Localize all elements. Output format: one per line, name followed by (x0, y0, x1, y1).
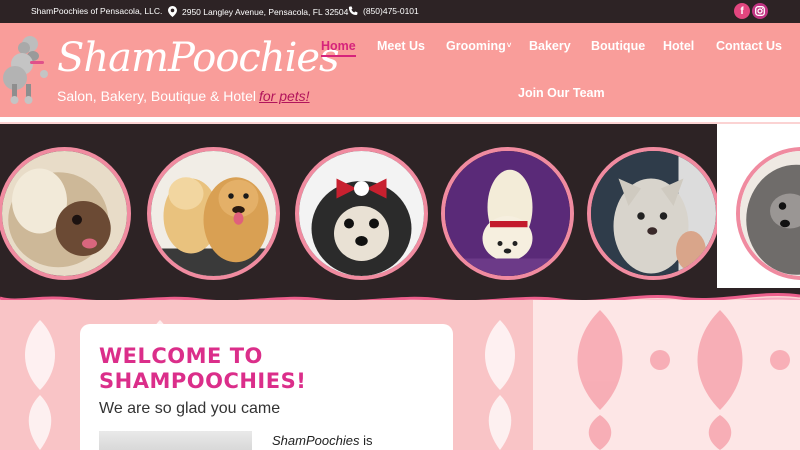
phone-icon (348, 6, 358, 16)
wet-terrier-image (591, 151, 716, 276)
location-pin-icon (168, 6, 177, 17)
site-logo[interactable]: ShamPoochies Salon, Bakery, Boutique & H… (0, 29, 340, 109)
nav-meet-us-label: Meet Us (377, 39, 425, 53)
nav-grooming-label: Grooming (446, 39, 506, 53)
address-link[interactable]: 2950 Langley Avenue, Pensacola, FL 32504 (168, 6, 348, 17)
business-name-text: ShamPoochies of Pensacola, LLC. (31, 6, 163, 16)
slider-photo-golden-retrievers[interactable] (147, 147, 280, 280)
top-info-bar: ShamPoochies of Pensacola, LLC. 2950 Lan… (0, 0, 800, 23)
poodle-logo-icon (3, 36, 48, 104)
slider-photo-shih-tzu[interactable] (0, 147, 131, 280)
slider-photo-wet-terrier[interactable] (587, 147, 717, 280)
photo-slider[interactable] (0, 124, 717, 294)
nav-hotel-label: Hotel (663, 39, 695, 53)
instagram-glyph-icon (755, 6, 765, 16)
nav-join-our-team-label: Join Our Team (518, 86, 605, 100)
logo-title: ShamPoochies (57, 35, 340, 81)
gray-shih-tzu-image (740, 151, 800, 276)
nav-home[interactable]: Home (321, 39, 356, 57)
welcome-heading-line2: SHAMPOOCHIES! (99, 369, 307, 393)
logo-subtitle-text: Salon, Bakery, Boutique & Hotel (57, 88, 256, 104)
welcome-subheading: We are so glad you came (99, 400, 281, 417)
nav-contact-us[interactable]: Contact Us (716, 39, 782, 53)
nav-boutique[interactable]: Boutique (591, 39, 645, 53)
welcome-body-rest: is (359, 433, 373, 448)
nav-hotel[interactable]: Hotel (663, 39, 694, 53)
business-name: ShamPoochies of Pensacola, LLC. (31, 6, 162, 16)
header-divider (0, 117, 800, 122)
yorkie-puppy-image (299, 151, 424, 276)
nav-contact-us-label: Contact Us (716, 39, 782, 53)
nav-bakery[interactable]: Bakery (529, 39, 571, 53)
logo-subtitle: Salon, Bakery, Boutique & Hotel for pets! (57, 88, 310, 104)
phone-text: (850)475-0101 (363, 6, 419, 16)
shih-tzu-image (2, 151, 127, 276)
salon-photo (99, 431, 252, 450)
welcome-heading-line1: WELCOME TO (99, 344, 263, 368)
logo-subtitle-pets: for pets! (258, 88, 310, 104)
welcome-body-text: ShamPoochies is (272, 433, 372, 448)
site-header: ShamPoochies Salon, Bakery, Boutique & H… (0, 23, 800, 117)
slider-side-panel (717, 124, 800, 294)
golden-retrievers-image (151, 151, 276, 276)
facebook-glyph: f (740, 5, 744, 17)
slider-photo-yorkie-puppy[interactable] (295, 147, 428, 280)
nav-bakery-label: Bakery (529, 39, 571, 53)
instagram-icon[interactable] (752, 3, 768, 19)
nav-home-label: Home (321, 39, 356, 53)
nav-grooming[interactable]: Grooming˅ (446, 39, 511, 53)
facebook-icon[interactable]: f (734, 3, 750, 19)
chevron-down-icon: ˅ (506, 41, 512, 50)
nav-meet-us[interactable]: Meet Us (377, 39, 425, 53)
welcome-body-brand: ShamPoochies (272, 433, 360, 448)
welcome-heading: WELCOME TO SHAMPOOCHIES! (99, 344, 306, 394)
slider-photo-puppy-on-back[interactable] (441, 147, 574, 280)
nav-boutique-label: Boutique (591, 39, 646, 53)
address-text: 2950 Langley Avenue, Pensacola, FL 32504 (182, 6, 349, 17)
slider-photo-gray-shih-tzu[interactable] (736, 147, 800, 280)
puppy-on-back-image (445, 151, 570, 276)
nav-join-our-team[interactable]: Join Our Team (518, 86, 605, 100)
phone-link[interactable]: (850)475-0101 (348, 6, 419, 16)
